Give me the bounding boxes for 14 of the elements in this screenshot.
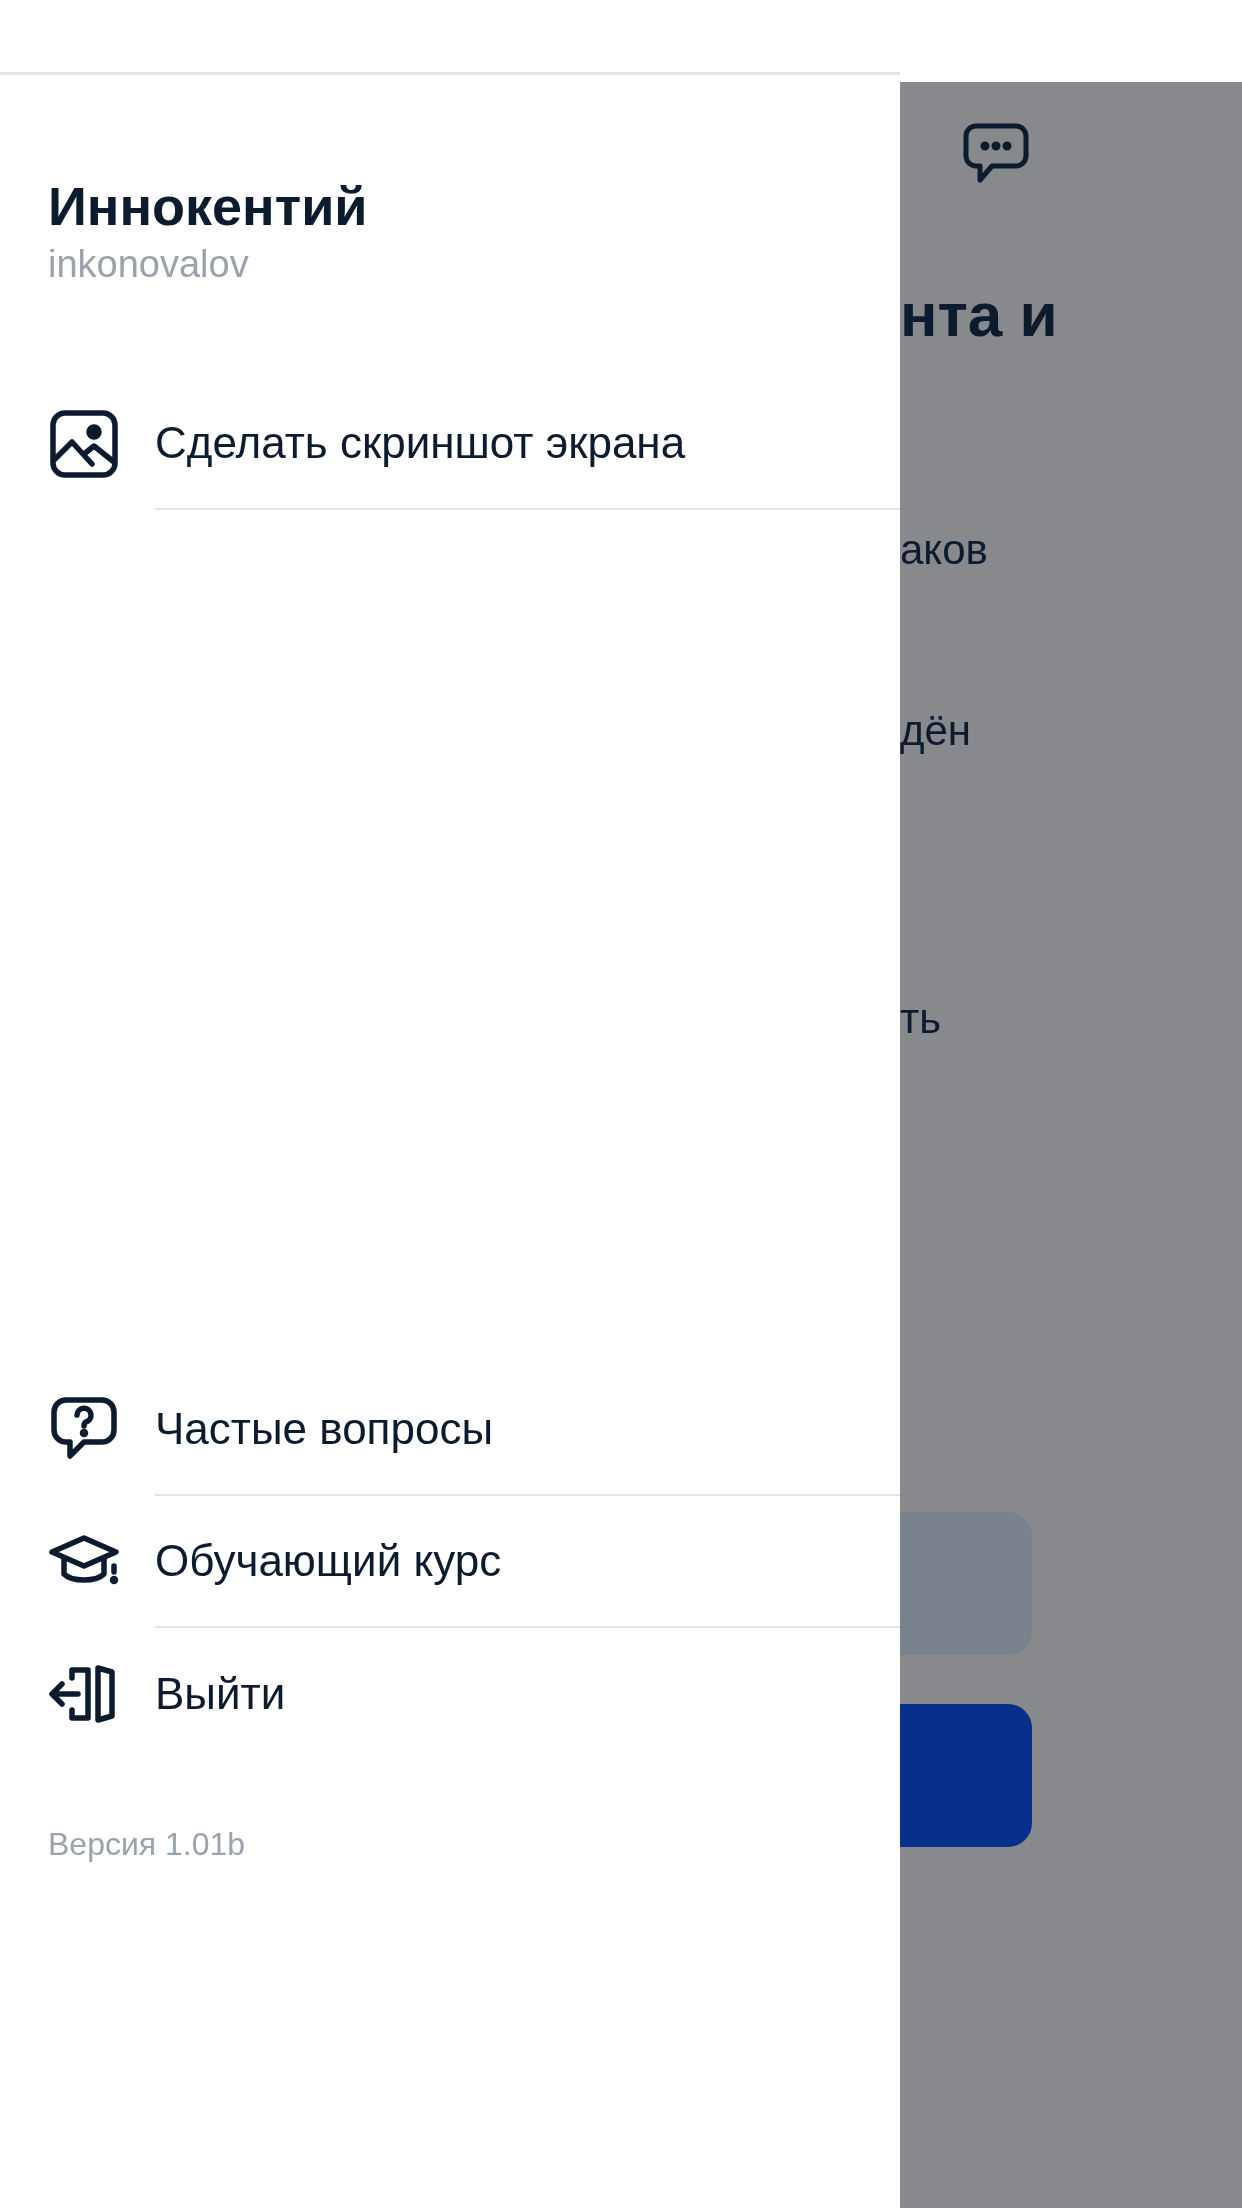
page-text: аков [900, 525, 988, 575]
menu-item[interactable]: Выйти [155, 1628, 900, 1760]
menu-item[interactable]: Обучающий курс [155, 1496, 900, 1628]
menu-item[interactable]: Частые вопросы [155, 1364, 900, 1496]
image-icon [48, 408, 120, 480]
page-title: нта и [900, 279, 1058, 351]
page-text: ть [900, 994, 942, 1044]
username: inkonovalov [48, 241, 250, 287]
page-text: дён [900, 706, 972, 756]
primary-button[interactable] [900, 1704, 1032, 1847]
user-name: Иннокентий [48, 175, 369, 238]
menu-item[interactable]: Сделать скриншот экрана [155, 378, 900, 510]
chat-icon [962, 122, 1030, 186]
version-label: Версия 1.01b [47, 1825, 247, 1864]
